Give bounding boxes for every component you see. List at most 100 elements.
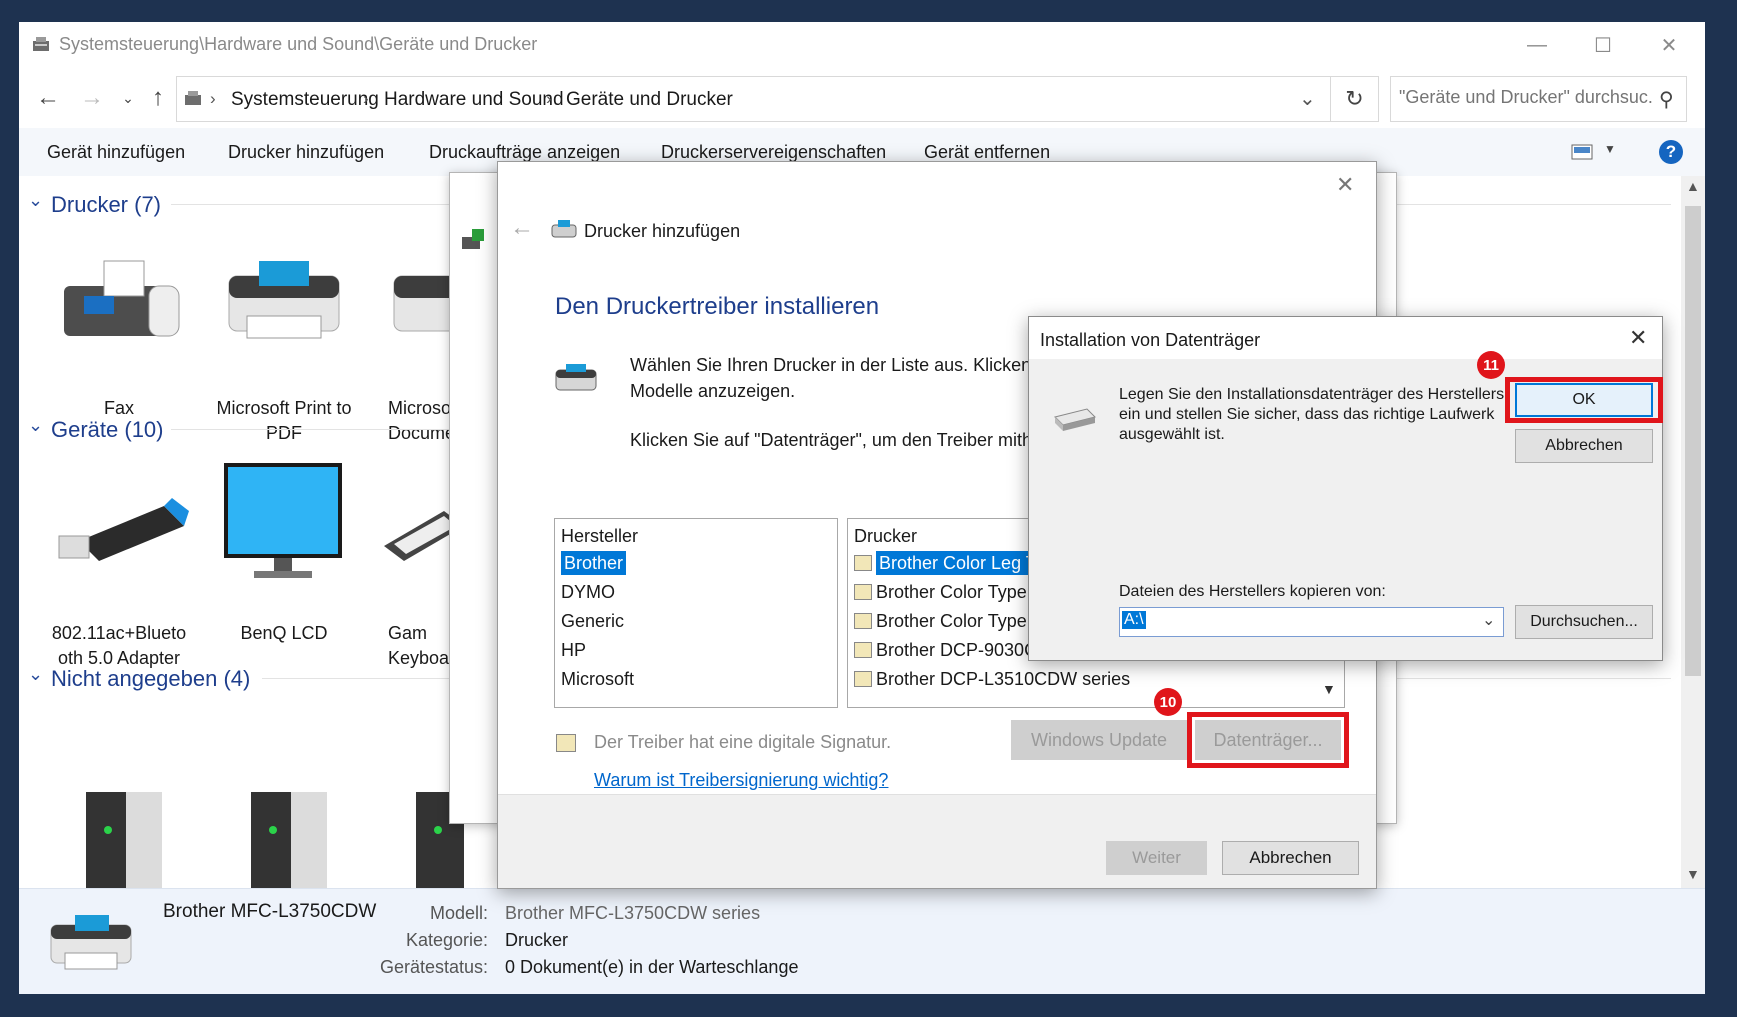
breadcrumb-separator-icon: › bbox=[546, 89, 552, 108]
add-printer-button[interactable]: Drucker hinzufügen bbox=[228, 142, 384, 163]
category-label: Kategorie: bbox=[405, 930, 488, 950]
minimize-button[interactable]: — bbox=[1504, 22, 1570, 68]
dialog-title: Installation von Datenträger bbox=[1040, 330, 1261, 350]
list-item[interactable]: DYMO bbox=[555, 578, 837, 607]
list-item[interactable]: Brother DCP-L3510CDW series bbox=[848, 665, 1344, 694]
list-item[interactable]: HP bbox=[555, 636, 837, 665]
fax-icon[interactable] bbox=[54, 256, 184, 346]
window-title: Systemsteuerung\Hardware und Sound\Gerät… bbox=[59, 34, 538, 54]
breadcrumb-separator-icon: › bbox=[210, 89, 216, 108]
breadcrumb-hardware[interactable]: Hardware und Sound bbox=[384, 89, 564, 111]
unspecified-device-icon[interactable] bbox=[64, 784, 174, 894]
group-header-printers[interactable]: Drucker (7) bbox=[51, 192, 161, 218]
scroll-up-icon[interactable]: ▲ bbox=[1686, 178, 1700, 194]
instruction-text-1b: Modelle anzuzeigen. bbox=[630, 381, 796, 401]
details-pane: Brother MFC-L3750CDW Modell: Brother MFC… bbox=[19, 888, 1705, 994]
group-header-devices[interactable]: Geräte (10) bbox=[51, 417, 164, 443]
up-arrow-icon[interactable]: ↑ bbox=[143, 80, 173, 116]
breadcrumb-devices[interactable]: Geräte und Drucker bbox=[566, 89, 733, 111]
status-value: 0 Dokument(e) in der Warteschlange bbox=[505, 957, 799, 977]
group-header-unspecified[interactable]: Nicht angegeben (4) bbox=[51, 666, 250, 692]
wizard-title: Drucker hinzufügen bbox=[584, 221, 741, 241]
drive-icon bbox=[1054, 408, 1096, 431]
search-box[interactable]: ⚲ bbox=[1390, 76, 1687, 122]
print-server-props-button[interactable]: Druckerservereigenschaften bbox=[661, 142, 886, 163]
address-bar[interactable]: › Systemsteuerung › Hardware und Sound ›… bbox=[176, 76, 1331, 122]
scroll-down-icon[interactable]: ▼ bbox=[1322, 681, 1336, 697]
manufacturer-header[interactable]: Hersteller bbox=[555, 519, 837, 549]
certificate-icon bbox=[854, 613, 872, 629]
view-dropdown-icon[interactable]: ▼ bbox=[1604, 142, 1616, 156]
model-value: Brother MFC-L3750CDW series bbox=[505, 903, 761, 923]
address-dropdown-icon[interactable]: ⌄ bbox=[1299, 86, 1316, 111]
add-printer-icon bbox=[462, 229, 484, 249]
wizard-heading: Den Druckertreiber installieren bbox=[555, 293, 880, 320]
certificate-icon bbox=[854, 671, 872, 687]
search-icon[interactable]: ⚲ bbox=[1659, 87, 1674, 112]
cancel-button[interactable]: Abbrechen bbox=[1515, 429, 1653, 463]
next-button[interactable]: Weiter bbox=[1106, 841, 1207, 875]
usb-adapter-icon[interactable] bbox=[54, 486, 194, 576]
collapse-chevron-icon[interactable]: ⌄ bbox=[28, 415, 43, 436]
device-print-to-pdf-label[interactable]: Microsoft Print to PDF bbox=[209, 396, 359, 446]
list-item[interactable]: Generic bbox=[555, 607, 837, 636]
windows-update-button[interactable]: Windows Update bbox=[1011, 720, 1187, 760]
recent-dropdown-icon[interactable]: ⌄ bbox=[113, 80, 143, 116]
printer-icon bbox=[551, 220, 577, 238]
signature-help-link[interactable]: Warum ist Treibersignierung wichtig? bbox=[594, 770, 888, 791]
disk-button[interactable]: Datenträger... bbox=[1195, 720, 1341, 760]
close-icon[interactable]: ✕ bbox=[1629, 325, 1647, 351]
copy-from-label: Dateien des Herstellers kopieren von: bbox=[1119, 583, 1386, 600]
status-label: Gerätestatus: bbox=[379, 957, 488, 977]
collapse-chevron-icon[interactable]: ⌄ bbox=[28, 664, 43, 685]
scrollbar-thumb[interactable] bbox=[1685, 206, 1701, 676]
breadcrumb-separator-icon: › bbox=[363, 89, 369, 108]
print-jobs-button[interactable]: Druckaufträge anzeigen bbox=[429, 142, 620, 163]
cancel-button[interactable]: Abbrechen bbox=[1222, 841, 1359, 875]
printer-icon bbox=[555, 364, 597, 391]
forward-arrow-icon[interactable]: → bbox=[77, 80, 107, 116]
scroll-down-icon[interactable]: ▼ bbox=[1686, 866, 1700, 882]
add-device-button[interactable]: Gerät hinzufügen bbox=[47, 142, 185, 163]
search-input[interactable] bbox=[1399, 87, 1654, 108]
refresh-button[interactable]: ↻ bbox=[1331, 76, 1379, 122]
dropdown-chevron-icon[interactable]: ⌄ bbox=[1482, 610, 1495, 630]
collapse-chevron-icon[interactable]: ⌄ bbox=[28, 190, 43, 211]
model-label: Modell: bbox=[429, 903, 488, 923]
certificate-icon bbox=[854, 584, 872, 600]
certificate-icon bbox=[556, 734, 576, 752]
install-from-disk-dialog: Installation von Datenträger ✕ Legen Sie… bbox=[1028, 316, 1663, 661]
back-arrow-icon[interactable]: ← bbox=[33, 80, 63, 116]
vertical-scrollbar[interactable]: ▲ ▼ bbox=[1681, 176, 1705, 888]
certificate-icon bbox=[854, 555, 872, 571]
device-benq-label[interactable]: BenQ LCD bbox=[209, 621, 359, 646]
title-bar: Systemsteuerung\Hardware und Sound\Gerät… bbox=[19, 22, 1705, 68]
path-combobox[interactable]: A:\ ⌄ bbox=[1119, 607, 1504, 637]
close-icon[interactable]: ✕ bbox=[1336, 172, 1354, 198]
maximize-button[interactable]: ☐ bbox=[1570, 22, 1636, 68]
category-value: Drucker bbox=[505, 930, 569, 950]
path-value[interactable]: A:\ bbox=[1122, 611, 1146, 629]
view-options-icon[interactable] bbox=[1571, 144, 1593, 160]
control-panel-icon bbox=[33, 37, 49, 51]
list-item[interactable]: Brother bbox=[555, 549, 837, 578]
browse-button[interactable]: Durchsuchen... bbox=[1515, 605, 1653, 639]
breadcrumb-systemsteuerung[interactable]: Systemsteuerung bbox=[231, 89, 379, 111]
step-badge: 10 bbox=[1154, 688, 1182, 716]
control-panel-icon bbox=[185, 91, 201, 105]
unspecified-device-icon[interactable] bbox=[229, 784, 339, 894]
help-icon[interactable]: ? bbox=[1659, 140, 1683, 164]
printer-icon bbox=[50, 915, 132, 970]
back-arrow-icon[interactable]: ← bbox=[510, 214, 534, 242]
step-badge: 11 bbox=[1477, 351, 1505, 379]
monitor-icon[interactable] bbox=[219, 461, 349, 586]
device-wifi-adapter-label[interactable]: 802.11ac+Blueto oth 5.0 Adapter bbox=[44, 621, 194, 671]
printer-icon[interactable] bbox=[219, 256, 349, 346]
close-button[interactable]: ✕ bbox=[1636, 22, 1702, 68]
dialog-instruction: Legen Sie den Installationsdatenträger d… bbox=[1119, 386, 1505, 443]
manufacturer-list[interactable]: Hersteller Brother DYMO Generic HP Micro… bbox=[554, 518, 838, 708]
list-item[interactable]: Microsoft bbox=[555, 665, 837, 694]
ok-button[interactable]: OK bbox=[1515, 383, 1653, 417]
remove-device-button[interactable]: Gerät entfernen bbox=[924, 142, 1050, 163]
certificate-icon bbox=[854, 642, 872, 658]
